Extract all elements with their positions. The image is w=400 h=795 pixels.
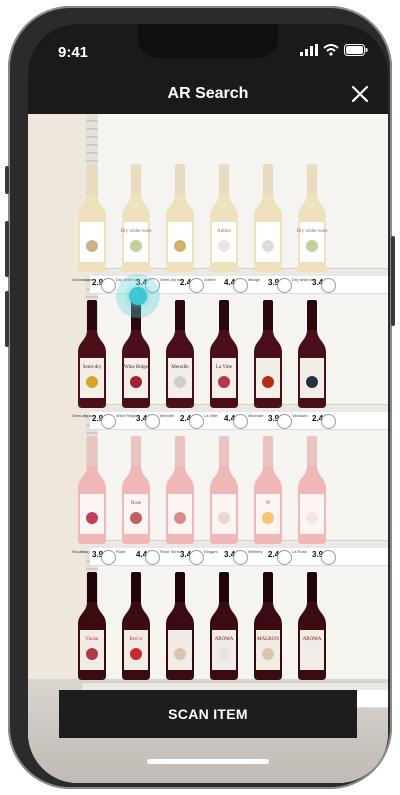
status-time: 9:41: [58, 44, 89, 61]
bottle-label-text: Red w: [130, 637, 143, 642]
wine-bottle[interactable]: Red w: [119, 572, 153, 680]
product-name: Vinosum: [292, 413, 308, 418]
wine-bottle[interactable]: AROMA: [207, 572, 241, 680]
product-name: Meroille: [160, 413, 175, 418]
wine-bottle[interactable]: [163, 436, 197, 544]
ar-scan-indicator[interactable]: [116, 274, 160, 318]
wine-bottle[interactable]: [295, 300, 329, 408]
phone-frame: 9:41 AR Search Valdorodine 2.99 Dry whit…: [5, 6, 395, 789]
price-tag[interactable]: Vinosum 2.49: [290, 412, 338, 429]
bottle-label-text: AROMA: [215, 637, 234, 642]
price-tag[interactable]: Semi-dry white wine2.49: [158, 276, 206, 293]
bottle-label-text: Ambre: [217, 229, 232, 234]
product-name: Elegant: [204, 549, 218, 554]
wine-bottle[interactable]: [163, 572, 197, 680]
bottle-label-text: MALBON: [257, 637, 279, 642]
scan-item-button[interactable]: SCAN ITEM: [59, 690, 357, 738]
ar-target-dot: [129, 287, 147, 305]
price-tag[interactable]: Rose 4.49: [114, 548, 162, 565]
wine-bottle[interactable]: Dry white wine: [119, 164, 153, 272]
product-name: Ambre: [204, 277, 216, 282]
home-indicator: [147, 759, 269, 764]
close-icon: [351, 85, 369, 103]
volume-down-button: [5, 291, 9, 347]
product-name: Dry white wine: [292, 277, 314, 282]
price-tag[interactable]: Rosalina 3.99: [70, 548, 118, 565]
close-button[interactable]: [348, 82, 372, 106]
price-tag[interactable]: Mirage 3.99: [246, 276, 294, 293]
price-tag[interactable]: Minerale 3.99: [246, 412, 294, 429]
wine-bottle[interactable]: [207, 436, 241, 544]
mute-switch: [5, 166, 9, 194]
product-name: Minerale: [248, 413, 264, 418]
bottle-label-text: AROMA: [303, 637, 322, 642]
price-tag[interactable]: La Rose 3.99: [290, 548, 338, 565]
volume-up-button: [5, 221, 9, 277]
status-icons: [300, 44, 368, 56]
price-tag[interactable]: Elegant 3.49: [202, 548, 250, 565]
battery-icon: [344, 44, 368, 56]
wine-bottle[interactable]: [75, 436, 109, 544]
price-tag[interactable]: Wine Ridge 3.49: [114, 412, 162, 429]
product-name: Rose: [116, 549, 126, 554]
product-name: Rosalina: [72, 549, 88, 554]
product-name: La Vitte: [204, 413, 218, 418]
bottle-label-text: W: [266, 501, 271, 506]
price-tag[interactable]: Ambre 4.49: [202, 276, 250, 293]
wine-bottle[interactable]: Semi-dry: [75, 300, 109, 408]
bottle-label-text: Meroille: [171, 365, 189, 370]
wine-bottle[interactable]: [295, 436, 329, 544]
wine-bottle[interactable]: Meroille: [163, 300, 197, 408]
product-name: Semi-dry wine: [72, 413, 94, 418]
scan-code-icon: [321, 414, 336, 429]
product-name: La Rose: [292, 549, 307, 554]
scan-code-icon: [321, 278, 336, 293]
page-title: AR Search: [167, 85, 249, 102]
bottle-label-text: Rose: [131, 501, 142, 506]
price-tag[interactable]: Whitney 2.49: [246, 548, 294, 565]
header: AR Search: [28, 76, 388, 114]
product-name: Mirage: [248, 277, 261, 282]
wine-bottle[interactable]: [251, 164, 285, 272]
price-tag[interactable]: Dry white wine3.49: [290, 276, 338, 293]
price-tag[interactable]: Meroille 2.49: [158, 412, 206, 429]
price-tag[interactable]: Rose Semi Rose3.49: [158, 548, 206, 565]
bottle-label-text: Semi-dry: [83, 365, 102, 370]
wine-bottle[interactable]: AROMA: [295, 572, 329, 680]
price-tag[interactable]: Valdorodine 2.99: [70, 276, 118, 293]
screen: 9:41 AR Search Valdorodine 2.99 Dry whit…: [28, 24, 388, 783]
wine-bottle[interactable]: [75, 164, 109, 272]
wine-bottle[interactable]: Dry white wine: [295, 164, 329, 272]
price-tag[interactable]: Semi-dry wine2.99: [70, 412, 118, 429]
bottle-label-text: Wine Ridge: [124, 365, 149, 370]
product-name: Valdorodine: [72, 277, 94, 282]
wine-bottle[interactable]: Ambre: [207, 164, 241, 272]
camera-view: Valdorodine 2.99 Dry white wine Dry white w…: [28, 114, 388, 783]
wifi-icon: [323, 44, 339, 56]
notch: [138, 24, 278, 58]
wine-bottle[interactable]: W: [251, 436, 285, 544]
power-button: [391, 236, 395, 326]
product-name: Rose Semi Rose: [160, 549, 182, 554]
bottle-label-text: Dry white wine: [296, 229, 328, 234]
bottle-label-text: Dry white wine: [120, 229, 152, 234]
wine-bottle[interactable]: Vindar: [75, 572, 109, 680]
product-name: Wine Ridge: [116, 413, 137, 418]
wine-bottle[interactable]: [251, 300, 285, 408]
signal-icon: [300, 44, 318, 56]
scan-code-icon: [321, 550, 336, 565]
wine-bottle[interactable]: Rose: [119, 436, 153, 544]
wine-bottle[interactable]: MALBON: [251, 572, 285, 680]
wine-bottle[interactable]: La Vitte: [207, 300, 241, 408]
product-name: Semi-dry white wine: [160, 277, 182, 282]
price-tag[interactable]: La Vitte 4.49: [202, 412, 250, 429]
wine-bottle[interactable]: [163, 164, 197, 272]
bottle-label-text: La Vitte: [216, 365, 233, 370]
bottle-label-text: Vindar: [85, 637, 99, 642]
product-name: Whitney: [248, 549, 263, 554]
